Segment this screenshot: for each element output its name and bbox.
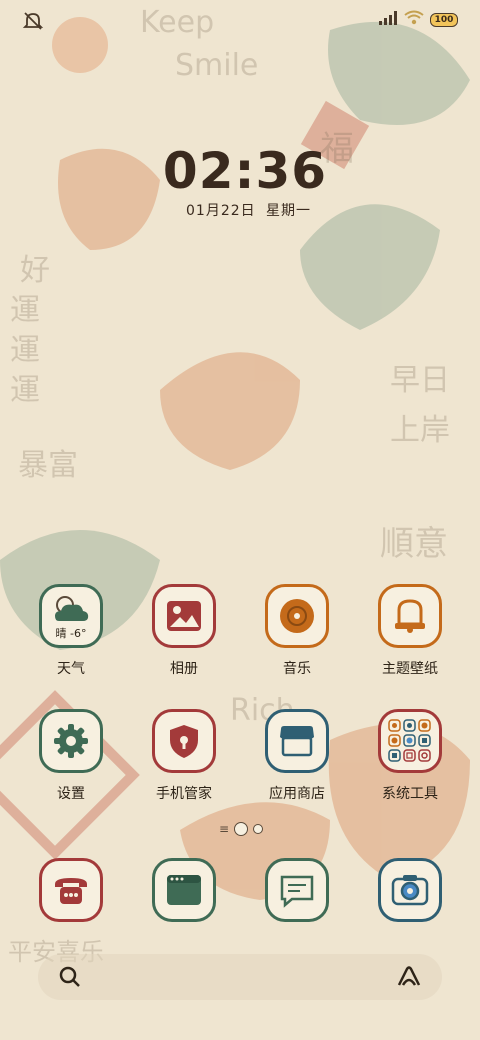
assistant-icon[interactable]	[396, 965, 422, 993]
app-weather[interactable]: 晴 -6° 天气	[16, 584, 126, 678]
dock-camera[interactable]	[355, 858, 465, 922]
clock-time[interactable]: 02:36	[0, 142, 480, 200]
settings-icon	[39, 709, 103, 773]
weather-overlay: 晴 -6°	[55, 627, 87, 640]
app-label: 天气	[57, 661, 85, 677]
page-dot-active	[234, 822, 249, 836]
dock-browser[interactable]	[129, 858, 239, 922]
theme-icon	[378, 584, 442, 648]
camera-icon	[378, 858, 442, 922]
app-store[interactable]: 应用商店	[242, 709, 352, 803]
battery-indicator: 100	[430, 13, 458, 27]
page-indicator[interactable]: ≡	[219, 822, 264, 836]
shield-icon	[152, 709, 216, 773]
wifi-icon	[404, 10, 424, 30]
store-icon	[265, 709, 329, 773]
app-label: 手机管家	[156, 786, 212, 802]
app-theme[interactable]: 主题壁纸	[355, 584, 465, 678]
app-settings[interactable]: 设置	[16, 709, 126, 803]
app-phone-manager[interactable]: 手机管家	[129, 709, 239, 803]
svg-text:好: 好	[20, 253, 50, 288]
menu-lines-icon: ≡	[219, 822, 230, 836]
svg-text:早日: 早日	[390, 363, 450, 398]
weather-icon: 晴 -6°	[39, 584, 103, 648]
app-label: 音乐	[283, 661, 311, 677]
clock-weekday: 星期一	[266, 203, 311, 219]
messages-icon	[265, 858, 329, 922]
app-label: 应用商店	[269, 786, 325, 802]
signal-icon	[378, 10, 398, 30]
mute-icon	[22, 10, 44, 32]
music-icon	[265, 584, 329, 648]
search-icon[interactable]	[58, 965, 82, 993]
svg-text:暴富: 暴富	[18, 448, 78, 483]
svg-text:運: 運	[10, 333, 40, 368]
search-bar[interactable]	[38, 954, 442, 1000]
app-music[interactable]: 音乐	[242, 584, 352, 678]
svg-text:順意: 順意	[380, 524, 448, 564]
folder-system-tools[interactable]: 系统工具	[355, 709, 465, 803]
clock-date: 01月22日	[186, 203, 256, 219]
app-label: 设置	[57, 786, 85, 802]
app-label: 相册	[170, 661, 198, 677]
page-dot	[253, 824, 264, 834]
dock-phone[interactable]	[16, 858, 126, 922]
svg-text:運: 運	[10, 293, 40, 328]
gallery-icon	[152, 584, 216, 648]
svg-text:運: 運	[10, 373, 40, 408]
status-bar: 100	[0, 0, 480, 40]
app-gallery[interactable]: 相册	[129, 584, 239, 678]
phone-icon	[39, 858, 103, 922]
browser-icon	[152, 858, 216, 922]
app-label: 主题壁纸	[382, 661, 438, 677]
tools-folder-icon	[378, 709, 442, 773]
dock-messages[interactable]	[242, 858, 352, 922]
app-label: 系统工具	[382, 786, 438, 802]
svg-text:Smile: Smile	[175, 48, 258, 83]
svg-text:上岸: 上岸	[390, 413, 450, 448]
